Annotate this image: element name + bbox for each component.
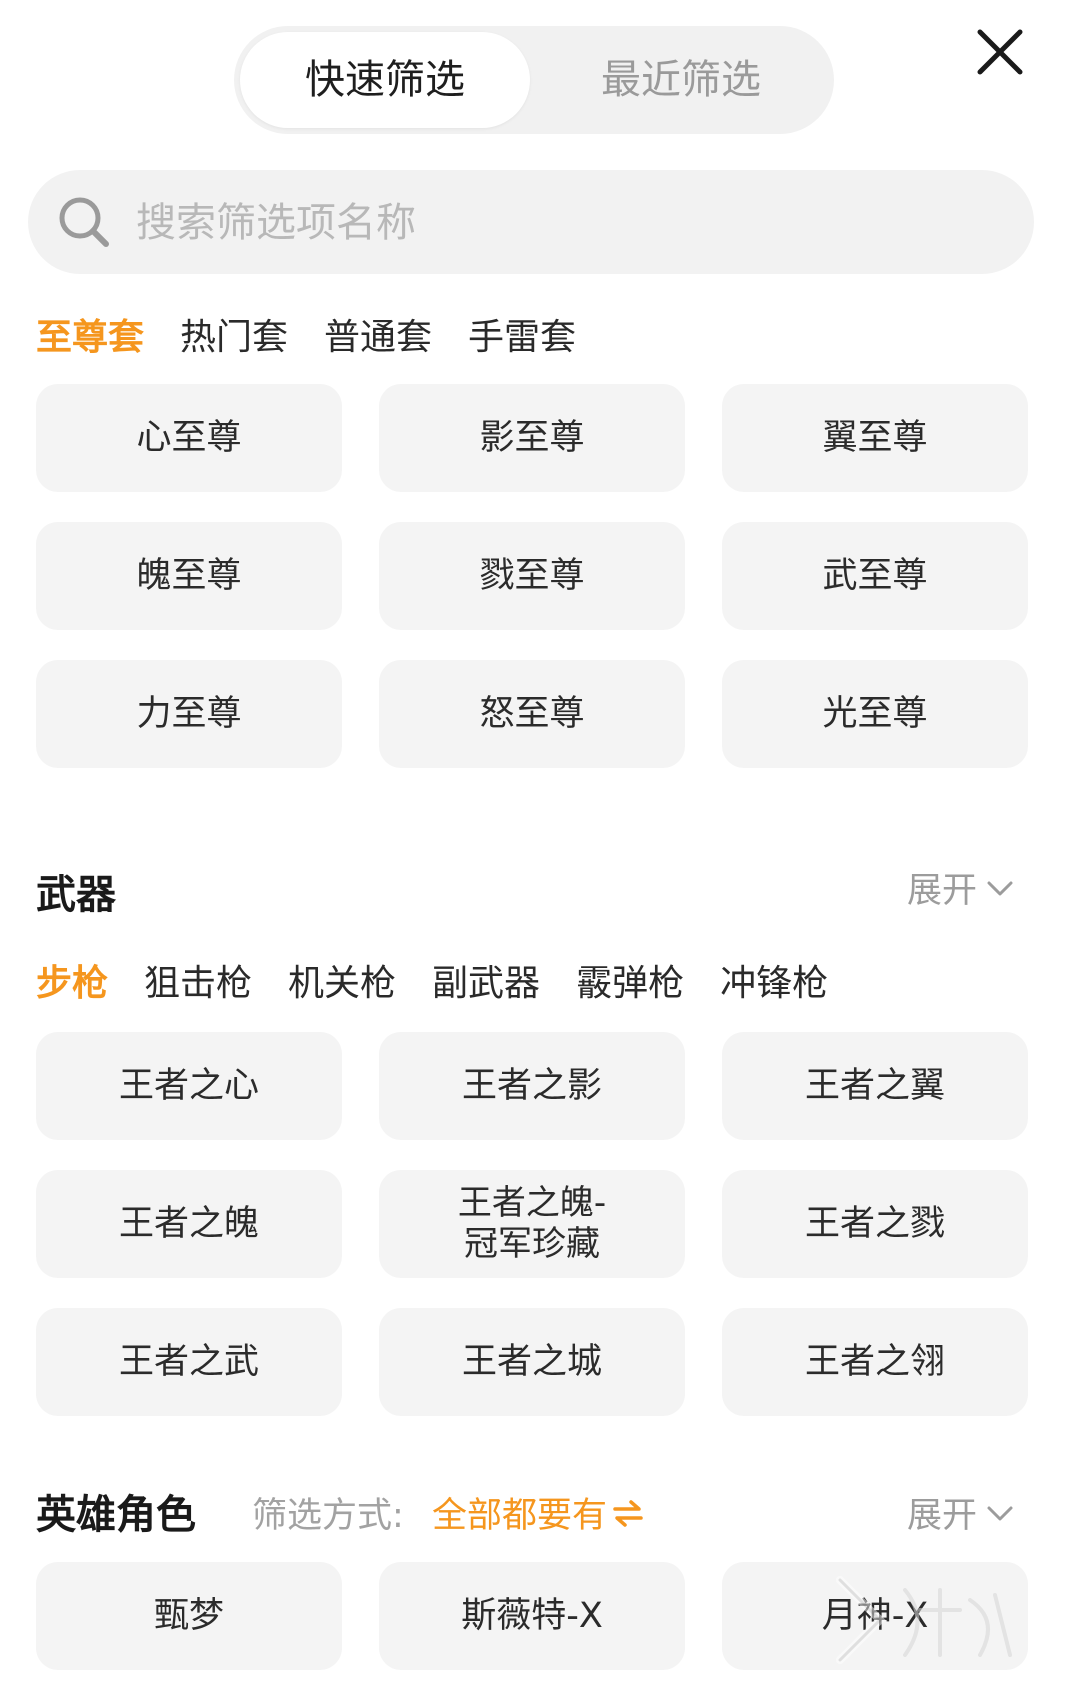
filter-chip[interactable]: 王者之戮 xyxy=(722,1170,1028,1278)
filter-mode-label: 筛选方式: xyxy=(252,1496,404,1536)
filter-chip[interactable]: 心至尊 xyxy=(36,384,342,492)
suit-options-grid: 心至尊 影至尊 翼至尊 魄至尊 戮至尊 武至尊 力至尊 怒至尊 光至尊 xyxy=(36,384,1028,768)
filter-chip[interactable]: 王者之魄 xyxy=(36,1170,342,1278)
chevron-down-icon xyxy=(987,881,1013,895)
chevron-down-icon xyxy=(987,1506,1013,1520)
filter-chip[interactable]: 甄梦 xyxy=(36,1562,342,1670)
tab-quick-filter[interactable]: 快速筛选 xyxy=(240,32,530,128)
search-input[interactable] xyxy=(134,170,998,276)
filter-mode-toggle[interactable]: 全部都要有 xyxy=(432,1487,645,1538)
watermark-logo-icon xyxy=(836,1576,1012,1664)
filter-chip[interactable]: 斯薇特-X xyxy=(379,1562,685,1670)
filter-mode-switch: 快速筛选 最近筛选 xyxy=(234,26,834,134)
filter-chip[interactable]: 王者之心 xyxy=(36,1032,342,1140)
filter-chip[interactable]: 王者之武 xyxy=(36,1308,342,1416)
filter-chip[interactable]: 王者之翼 xyxy=(722,1032,1028,1140)
filter-chip[interactable]: 王者之城 xyxy=(379,1308,685,1416)
tab-weapon-machine-gun[interactable]: 机关枪 xyxy=(288,954,396,1006)
heroes-section-title: 英雄角色 xyxy=(36,1492,196,1538)
weapon-options-grid: 王者之心 王者之影 王者之翼 王者之魄 王者之魄- 冠军珍藏 王者之戮 王者之武… xyxy=(36,1032,1028,1416)
filter-chip[interactable]: 武至尊 xyxy=(722,522,1028,630)
filter-chip[interactable]: 影至尊 xyxy=(379,384,685,492)
search-bar xyxy=(28,170,1034,276)
tab-weapon-sniper[interactable]: 狙击枪 xyxy=(144,954,252,1006)
filter-chip[interactable]: 王者之魄- 冠军珍藏 xyxy=(379,1170,685,1278)
tab-weapon-secondary[interactable]: 副武器 xyxy=(432,954,540,1006)
weapons-section-title: 武器 xyxy=(36,872,116,918)
filter-chip[interactable]: 王者之翎 xyxy=(722,1308,1028,1416)
filter-chip[interactable]: 魄至尊 xyxy=(36,522,342,630)
expand-label: 展开 xyxy=(906,871,977,911)
weapons-expand-button[interactable]: 展开 xyxy=(907,862,1015,913)
tab-recent-filter[interactable]: 最近筛选 xyxy=(534,32,828,128)
close-button[interactable] xyxy=(970,22,1030,82)
tab-weapon-smg[interactable]: 冲锋枪 xyxy=(720,954,828,1006)
heroes-expand-button[interactable]: 展开 xyxy=(907,1487,1015,1538)
tab-suit-grenade[interactable]: 手雷套 xyxy=(468,308,576,360)
close-icon xyxy=(977,29,1023,75)
suit-category-tabs: 至尊套 热门套 普通套 手雷套 xyxy=(36,304,576,364)
search-icon xyxy=(59,197,109,247)
filter-chip[interactable]: 怒至尊 xyxy=(379,660,685,768)
filter-chip[interactable]: 戮至尊 xyxy=(379,522,685,630)
weapon-category-tabs: 步枪 狙击枪 机关枪 副武器 霰弹枪 冲锋枪 xyxy=(36,950,828,1010)
filter-chip[interactable]: 翼至尊 xyxy=(722,384,1028,492)
filter-mode-value: 全部都要有 xyxy=(432,1496,608,1536)
tab-weapon-rifle[interactable]: 步枪 xyxy=(36,954,108,1006)
filter-chip[interactable]: 力至尊 xyxy=(36,660,342,768)
tab-suit-popular[interactable]: 热门套 xyxy=(180,308,288,360)
filter-chip[interactable]: 光至尊 xyxy=(722,660,1028,768)
tab-weapon-shotgun[interactable]: 霰弹枪 xyxy=(576,954,684,1006)
tab-suit-supreme[interactable]: 至尊套 xyxy=(36,308,144,360)
expand-label: 展开 xyxy=(906,1496,977,1536)
swap-icon xyxy=(613,1499,643,1527)
tab-suit-normal[interactable]: 普通套 xyxy=(324,308,432,360)
filter-chip[interactable]: 王者之影 xyxy=(379,1032,685,1140)
